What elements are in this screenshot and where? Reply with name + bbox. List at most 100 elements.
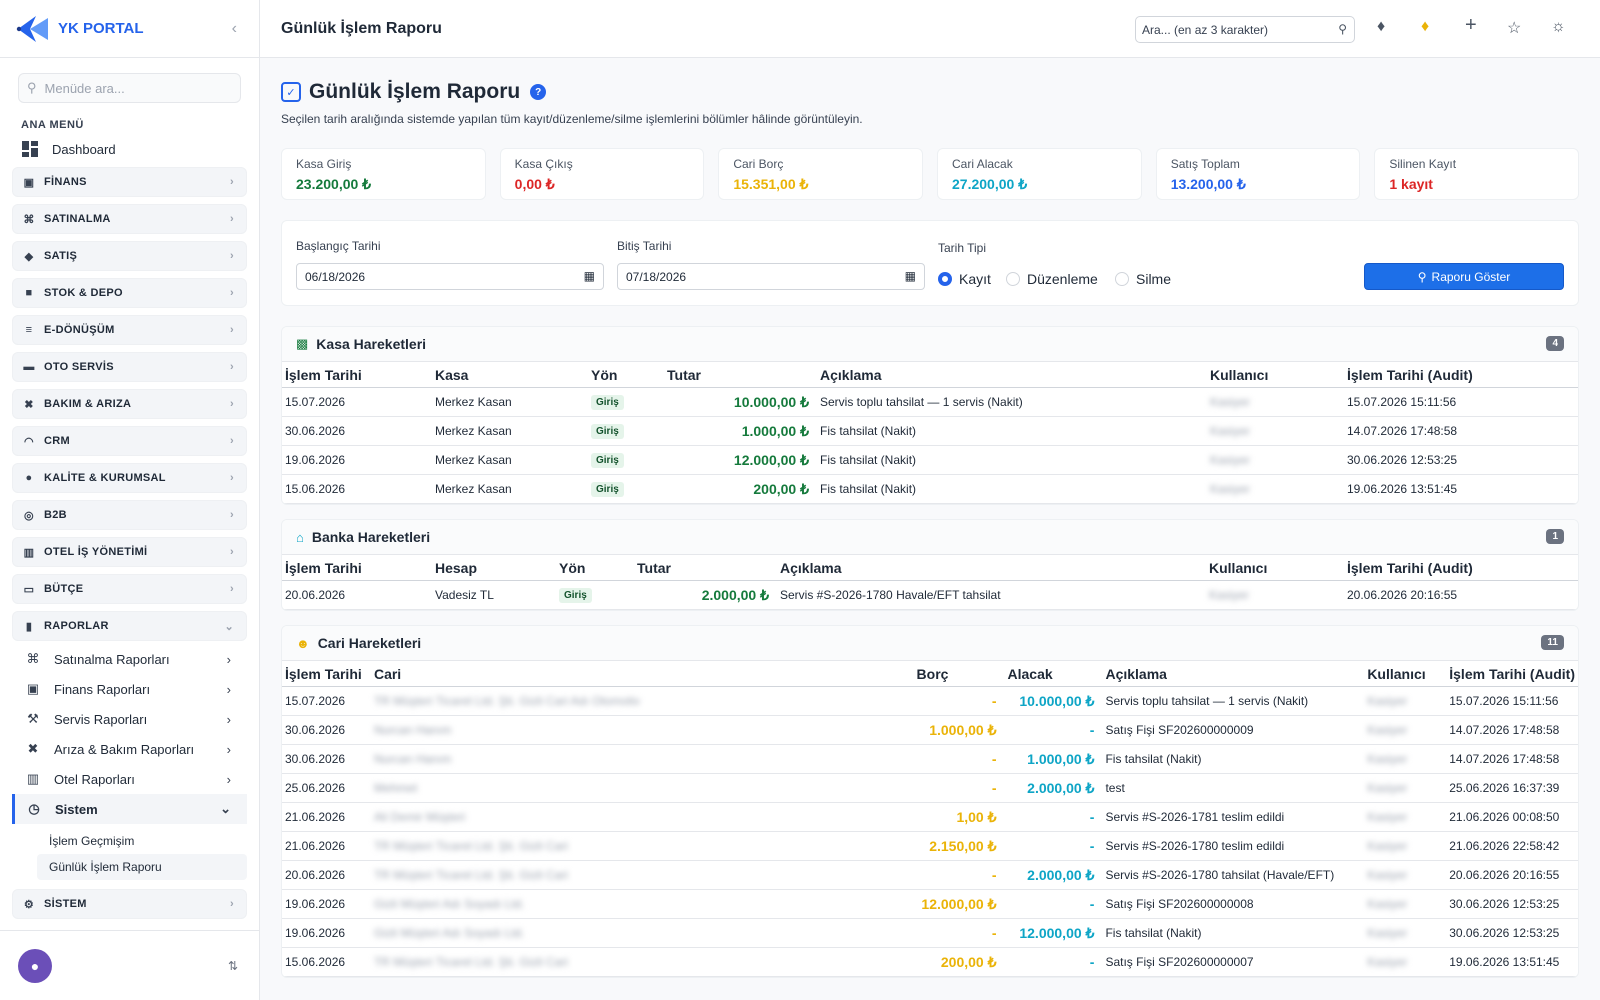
date-cell: 30.06.2026: [282, 744, 371, 774]
start-date-input[interactable]: 06/18/2026 ▦: [296, 263, 604, 290]
column-header[interactable]: İşlem Tarihi: [282, 660, 371, 687]
radio-indicator[interactable]: [1115, 272, 1129, 286]
sidebar-group-10[interactable]: ▥ OTEL İŞ YÖNETİMİ ›: [12, 537, 247, 567]
column-header[interactable]: İşlem Tarihi: [282, 554, 432, 581]
user-menu[interactable]: ● ⇅: [0, 930, 260, 1000]
bell-off-icon[interactable]: ♦: [1421, 18, 1429, 36]
sidebar-group-sistem[interactable]: ⚙ SİSTEM ›: [12, 889, 247, 919]
column-header[interactable]: İşlem Tarihi (Audit): [1344, 554, 1578, 581]
sidebar-item-report-4[interactable]: ▥ Otel Raporları ›: [0, 764, 259, 794]
calendar-icon[interactable]: ▦: [905, 269, 916, 283]
sidebar-group-7[interactable]: ◠ CRM ›: [12, 426, 247, 456]
column-header[interactable]: Açıklama: [817, 361, 1207, 388]
radio-silme[interactable]: Silme: [1115, 271, 1171, 287]
sidebar-group-2[interactable]: ◆ SATIŞ ›: [12, 241, 247, 271]
table-row[interactable]: 20.06.2026 TR Müşteri Ticaret Ltd. Şti. G…: [282, 860, 1578, 890]
show-report-button[interactable]: ⚲ Raporu Göster: [1364, 263, 1564, 290]
chevron-right-icon: ›: [226, 771, 231, 787]
table-row[interactable]: 30.06.2026 Nurcan Hanım -1.000,00 ₺ Fis tah…: [282, 744, 1578, 774]
table-row[interactable]: 21.06.2026 Ali Demir Müşteri 1,00 ₺ - Servis…: [282, 802, 1578, 832]
sidebar-group-4[interactable]: ≡ E-DÖNÜŞÜM ›: [12, 315, 247, 345]
end-date-input[interactable]: 07/18/2026 ▦: [617, 263, 925, 290]
radio-indicator[interactable]: [938, 272, 952, 286]
search-icon[interactable]: ⚲: [1338, 22, 1347, 36]
plus-icon[interactable]: +: [1465, 14, 1477, 37]
column-header[interactable]: Kullanıcı: [1206, 554, 1344, 581]
column-header[interactable]: İşlem Tarihi (Audit): [1446, 660, 1578, 687]
sidebar-group-1[interactable]: ⌘ SATINALMA ›: [12, 204, 247, 234]
column-header[interactable]: Açıklama: [1102, 660, 1365, 687]
column-header[interactable]: Kullanıcı: [1364, 660, 1447, 687]
user-cell: Kasiyer: [1207, 474, 1344, 504]
bell-icon[interactable]: ♦: [1377, 18, 1385, 36]
radio-kayit[interactable]: Kayıt: [938, 271, 991, 287]
sidebar-item-report-1[interactable]: ▣ Finans Raporları ›: [0, 674, 259, 704]
column-header[interactable]: Kullanıcı: [1207, 361, 1344, 388]
stat-value: 15.351,00 ₺: [733, 176, 809, 192]
collapse-sidebar-icon[interactable]: ‹: [232, 20, 237, 38]
column-header[interactable]: Hesap: [432, 554, 556, 581]
table-row[interactable]: 19.06.2026 Merkez Kasan Giriş 12.000,00 ₺ Fi…: [282, 445, 1578, 475]
chevron-right-icon: ›: [230, 898, 234, 910]
page-description: Seçilen tarih aralığında sistemde yapıla…: [281, 112, 863, 126]
column-header[interactable]: Alacak: [1004, 660, 1103, 687]
column-header[interactable]: Kasa: [432, 361, 588, 388]
radio-indicator[interactable]: [1006, 272, 1020, 286]
sidebar-group-3[interactable]: ■ STOK & DEPO ›: [12, 278, 247, 308]
sidebar-group-8[interactable]: ● KALİTE & KURUMSAL ›: [12, 463, 247, 493]
kasa-cell: Merkez Kasan: [432, 387, 588, 417]
avatar[interactable]: ●: [18, 948, 52, 983]
table-row[interactable]: 19.06.2026 Gizli Müşteri Adı Soyadı Ltd. -…: [282, 918, 1578, 948]
sidebar-item-sistem[interactable]: ◷ Sistem ⌄: [12, 794, 247, 824]
sidebar-item-report-2[interactable]: ⚒ Servis Raporları ›: [0, 704, 259, 734]
user-cell: Kasiyer: [1364, 773, 1447, 803]
sidebar-group-9[interactable]: ◎ B2B ›: [12, 500, 247, 530]
sidebar-group-0[interactable]: ▣ FİNANS ›: [12, 167, 247, 197]
column-header[interactable]: Yön: [556, 554, 634, 581]
chart-icon: ▮: [25, 620, 33, 633]
sidebar-group-11[interactable]: ▭ BÜTÇE ›: [12, 574, 247, 604]
column-header[interactable]: Borç: [913, 660, 1005, 687]
table-row[interactable]: 25.06.2026 Mehmet -2.000,00 ₺ test Kasiyer 25…: [282, 773, 1578, 803]
sidebar-group-5[interactable]: ▬ OTO SERVİS ›: [12, 352, 247, 382]
sidebar-item-report-3[interactable]: ✖ Arıza & Bakım Raporları ›: [0, 734, 259, 764]
column-header[interactable]: Tutar: [634, 554, 777, 581]
table-row[interactable]: 19.06.2026 Gizli Müşteri Adı Soyadı Ltd. 1…: [282, 889, 1578, 919]
help-icon[interactable]: ?: [530, 84, 547, 100]
table-row[interactable]: 15.06.2026 Merkez Kasan Giriş 200,00 ₺ Fis t…: [282, 474, 1578, 504]
column-header[interactable]: Açıklama: [777, 554, 1206, 581]
column-header[interactable]: Tutar: [664, 361, 817, 388]
stat-value: 27.200,00 ₺: [952, 176, 1028, 192]
brand[interactable]: YK PORTAL ‹: [0, 0, 259, 58]
table-row[interactable]: 20.06.2026 Vadesiz TL Giriş 2.000,00 ₺ Servi…: [282, 580, 1578, 610]
table-row[interactable]: 15.07.2026 TR Müşteri Ticaret Ltd. Şti. G…: [282, 686, 1578, 716]
search-icon: ⚲: [27, 80, 37, 95]
star-icon[interactable]: ☆: [1507, 18, 1521, 38]
sidebar-group-6[interactable]: ✖ BAKIM & ARIZA ›: [12, 389, 247, 419]
table-row[interactable]: 15.07.2026 Merkez Kasan Giriş 10.000,00 ₺ Se…: [282, 387, 1578, 417]
column-header[interactable]: İşlem Tarihi (Audit): [1344, 361, 1578, 388]
menu-search-input[interactable]: ⚲ Menüde ara...: [18, 73, 241, 103]
column-header[interactable]: Cari: [370, 660, 914, 687]
kasa-cell: Merkez Kasan: [432, 474, 588, 504]
radio-duzenleme[interactable]: Düzenleme: [1006, 271, 1098, 287]
sidebar-item-gunluk-islem-raporu[interactable]: Günlük İşlem Raporu: [37, 854, 247, 880]
sidebar-item-label: Satınalma Raporları: [54, 651, 170, 667]
stat-label: Cari Borç: [733, 157, 784, 171]
sidebar-group-raporlar[interactable]: ▮ RAPORLAR ⌄: [12, 611, 247, 641]
table-row[interactable]: 15.06.2026 TR Müşteri Ticaret Ltd. Şti. G…: [282, 947, 1578, 977]
sidebar-item-islem-gecmisim[interactable]: İşlem Geçmişim: [0, 828, 259, 854]
table-row[interactable]: 21.06.2026 TR Müşteri Ticaret Ltd. Şti. G…: [282, 831, 1578, 861]
global-search-input[interactable]: Ara... (en az 3 karakter) ⚲: [1135, 16, 1355, 43]
expand-user-menu-icon[interactable]: ⇅: [228, 959, 238, 973]
calendar-icon[interactable]: ▦: [584, 269, 595, 283]
chevron-down-icon: ⌄: [224, 621, 234, 633]
table-row[interactable]: 30.06.2026 Merkez Kasan Giriş 1.000,00 ₺ Fis…: [282, 416, 1578, 446]
table-row[interactable]: 30.06.2026 Nurcan Hanım 1.000,00 ₺ - Satış F…: [282, 715, 1578, 745]
column-header[interactable]: İşlem Tarihi: [282, 361, 432, 388]
sun-icon[interactable]: ☼: [1551, 18, 1566, 36]
sidebar-item-report-0[interactable]: ⌘ Satınalma Raporları ›: [0, 644, 259, 674]
brand-logo-icon: [16, 15, 48, 42]
column-header[interactable]: Yön: [588, 361, 664, 388]
sidebar-item-dashboard[interactable]: Dashboard: [22, 136, 259, 162]
